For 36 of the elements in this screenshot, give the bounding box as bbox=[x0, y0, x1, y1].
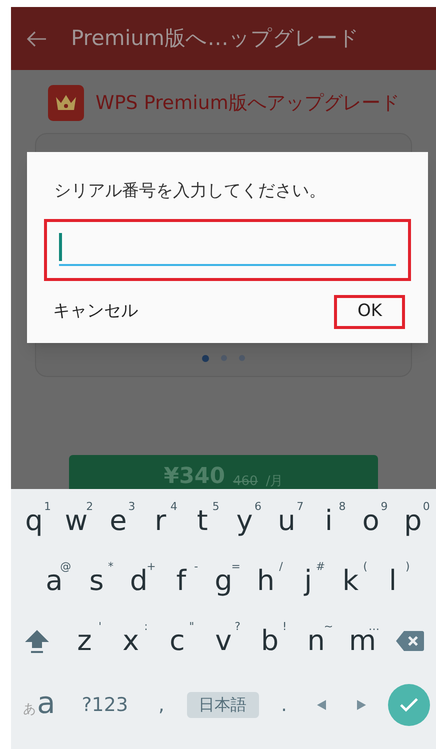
keyboard-key[interactable]: n~ bbox=[297, 615, 336, 667]
keyboard-key[interactable]: f - bbox=[162, 555, 200, 607]
keyboard-key[interactable]: m… bbox=[343, 615, 382, 667]
keyboard-key[interactable]: h/ bbox=[246, 555, 285, 607]
cancel-button[interactable]: キャンセル bbox=[30, 294, 161, 328]
app-bar-title: Premium版へ…ップグレード bbox=[71, 24, 360, 52]
dialog-message: シリアル番号を入力してください。 bbox=[54, 180, 327, 203]
keyboard-key[interactable]: s* bbox=[77, 555, 116, 607]
keyboard-key[interactable]: x : bbox=[112, 615, 150, 667]
enter-key[interactable] bbox=[388, 684, 430, 726]
keyboard-key[interactable]: j# bbox=[289, 555, 328, 607]
input-mode-key[interactable]: あ a bbox=[19, 679, 60, 731]
keyboard-key[interactable]: z ' bbox=[65, 615, 104, 667]
keyboard-key[interactable]: c" bbox=[158, 615, 196, 667]
keyboard-key[interactable]: , bbox=[150, 679, 172, 731]
keyboard-key[interactable]: k ( bbox=[331, 555, 370, 607]
keyboard-key[interactable]: b! bbox=[250, 615, 289, 667]
keyboard-key[interactable]: l ) bbox=[374, 555, 412, 607]
backspace-icon bbox=[396, 631, 424, 651]
checkmark-icon bbox=[398, 697, 419, 713]
keyboard-key[interactable]: v? bbox=[204, 615, 242, 667]
header-title: WPS Premium版へアップグレード bbox=[96, 90, 400, 116]
keyboard-key[interactable]: d+ bbox=[120, 555, 158, 607]
crown-app-icon bbox=[48, 85, 84, 121]
serial-input-field[interactable] bbox=[44, 218, 411, 280]
keyboard-key[interactable]: ?123 bbox=[74, 679, 136, 731]
keyboard-key[interactable]: i 8 bbox=[310, 495, 348, 547]
back-arrow-icon[interactable] bbox=[27, 30, 47, 46]
right-triangle-icon bbox=[356, 700, 366, 710]
shift-icon bbox=[24, 628, 50, 654]
keyboard-key[interactable]: . bbox=[272, 679, 296, 731]
keyboard-key[interactable]: a@ bbox=[35, 555, 74, 607]
keyboard-key[interactable]: g= bbox=[204, 555, 242, 607]
ok-button[interactable]: OK bbox=[334, 294, 405, 328]
left-triangle-icon bbox=[317, 700, 326, 710]
language-key[interactable]: 日本語 bbox=[186, 692, 259, 718]
